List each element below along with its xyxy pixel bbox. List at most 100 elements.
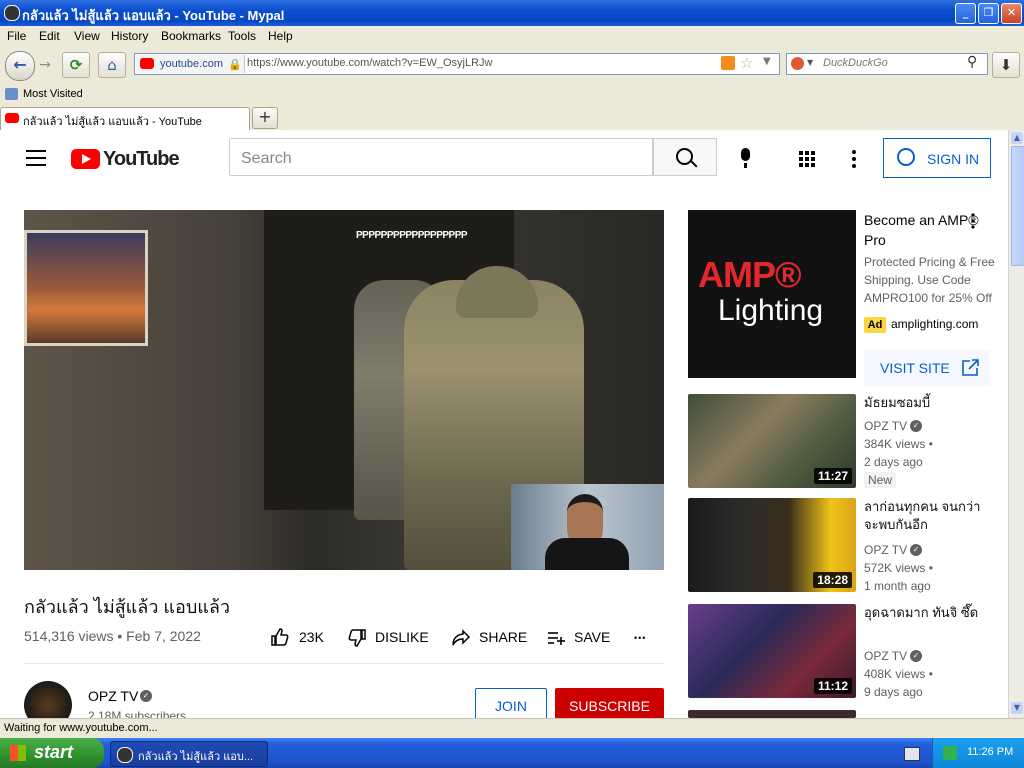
ad-menu-button[interactable] [968,212,978,230]
voice-search-button[interactable] [734,146,758,170]
sign-in-button[interactable]: SIGN IN [883,138,991,178]
browser-tab-active[interactable]: กลัวแล้ว ไม่สู้แล้ว แอบแล้ว - YouTube [0,107,250,130]
video-duration: 11:27 [813,468,852,484]
system-tray: 11:26 PM [932,738,1024,768]
rss-feed-icon[interactable] [721,56,735,70]
ad-thumbnail[interactable]: AMP® Lighting [688,210,856,378]
microphone-stand-icon [744,163,747,168]
search-engine-box[interactable]: ▼ DuckDuckGo ⚲ [786,53,988,75]
like-button[interactable]: 23K [270,626,332,650]
scrollbar-thumb[interactable] [1011,146,1024,266]
most-visited-link[interactable]: Most Visited [23,88,83,100]
recommendation-thumbnail[interactable]: 11:12 [688,604,856,698]
microphone-icon [741,148,750,161]
url-text[interactable]: https://www.youtube.com/watch?v=EW_OsyjL… [247,57,492,69]
forward-arrow-icon: → [39,57,51,73]
visit-site-button[interactable]: VISIT SITE [864,350,990,386]
site-identity-box[interactable]: youtube.com 🔒 [136,55,245,73]
recommendation-title[interactable]: มัธยมซอมบี้ [864,394,992,412]
scroll-up-arrow-icon[interactable]: ▲ [1011,132,1023,144]
recommendation-channel[interactable]: OPZ TV [864,541,907,559]
menu-icon-middle-line [26,157,46,159]
recommendation-channel[interactable]: OPZ TV [864,417,907,435]
back-button[interactable]: ← [5,51,35,81]
recommendation-title[interactable]: ลาก่อนทุกคน จนกว่าจะพบกันอีก [864,498,992,534]
youtube-logo[interactable]: YouTube [71,148,180,170]
visit-site-label: VISIT SITE [880,360,950,376]
home-button[interactable]: ⌂ [98,52,126,78]
more-actions-button[interactable]: ••• [634,626,654,650]
forward-button[interactable]: → [34,55,56,75]
search-icon[interactable]: ⚲ [967,54,977,70]
channel-name[interactable]: OPZ TV [88,688,138,704]
apps-grid-icon [799,151,815,167]
bookmark-star-icon[interactable]: ☆ [740,54,753,72]
search-engine-input[interactable]: DuckDuckGo [823,57,888,69]
maximize-button[interactable]: ❐ [978,3,999,24]
verified-badge-icon: ✓ [910,544,922,556]
window-title-bar[interactable]: กลัวแล้ว ไม่สู้แล้ว แอบแล้ว - YouTube - … [0,0,1024,26]
recommendation-thumbnail-partial[interactable] [688,710,856,718]
new-tab-button[interactable]: + [252,107,278,129]
join-button[interactable]: JOIN [475,688,547,718]
video-duration: 11:12 [813,678,852,694]
window-title: กลัวแล้ว ไม่สู้แล้ว แอบแล้ว - YouTube - … [22,8,285,23]
reload-button[interactable]: ⟳ [62,52,90,78]
start-button[interactable]: start [0,738,104,768]
more-horizontal-icon: ••• [634,633,647,643]
dislike-button[interactable]: DISLIKE [347,626,433,650]
settings-more-button[interactable] [846,148,862,170]
external-link-icon [962,359,979,376]
yt-search-input[interactable]: Search [229,138,653,176]
subscribe-label: SUBSCRIBE [569,698,650,714]
taskbar-window-item[interactable]: กลัวแล้ว ไม่สู้แล้ว แอบ... [110,741,268,767]
most-visited-folder-icon [5,88,18,100]
menu-view[interactable]: View [74,29,100,43]
share-label: SHARE [479,629,528,645]
recommendation-thumbnail[interactable]: 11:27 [688,394,856,488]
menu-bookmarks[interactable]: Bookmarks [161,29,221,43]
ad-brand-amp: AMP® [698,254,802,295]
channel-avatar[interactable] [24,681,72,718]
back-arrow-icon: ← [13,55,27,74]
video-player[interactable]: PPPPPPPPPPPPPPPPPP [24,210,664,570]
recommendation-title[interactable]: อุดฉาดมาก ทันจิ ซึ๊ด [864,604,992,622]
url-dropdown-icon[interactable]: ▼ [763,56,771,67]
thumbs-up-icon [271,628,289,646]
yt-search-button[interactable] [653,138,717,176]
minimize-button[interactable]: _ [955,3,976,24]
subscribe-button[interactable]: SUBSCRIBE [555,688,664,718]
recommendation-channel[interactable]: OPZ TV [864,647,907,665]
engine-dropdown-icon[interactable]: ▼ [807,58,813,67]
duckduckgo-icon[interactable] [791,57,804,70]
menu-edit[interactable]: Edit [39,29,60,43]
menu-history[interactable]: History [111,29,148,43]
recommendation-views: 572K views • [864,561,933,575]
download-button[interactable]: ⬇ [992,52,1020,78]
mypal-app-icon [4,5,20,21]
scroll-down-arrow-icon[interactable]: ▼ [1011,702,1023,714]
clock[interactable]: 11:26 PM [967,746,1013,758]
tab-title: กลัวแล้ว ไม่สู้แล้ว แอบแล้ว - YouTube [23,116,202,128]
share-button[interactable]: SHARE [451,626,529,650]
menu-tools[interactable]: Tools [228,29,256,43]
video-title: กลัวแล้ว ไม่สู้แล้ว แอบแล้ว [24,597,230,617]
network-tray-icon[interactable] [943,746,957,760]
apps-grid-button[interactable] [798,150,816,168]
ad-title[interactable]: Become an AMP® Pro [864,210,980,250]
video-overlay-text: PPPPPPPPPPPPPPPPPP [356,230,468,241]
recommendation-thumbnail[interactable]: 18:28 [688,498,856,592]
keyboard-tray-icon[interactable] [904,747,920,761]
mypal-taskbar-icon [117,747,133,763]
menu-help[interactable]: Help [268,29,293,43]
hamburger-menu-button[interactable] [26,150,46,166]
url-bar[interactable]: youtube.com 🔒 https://www.youtube.com/wa… [134,53,780,75]
status-bar: Waiting for www.youtube.com... [0,718,1024,739]
close-button[interactable]: ✕ [1001,3,1022,24]
bookmarks-toolbar: Most Visited [0,84,1024,107]
save-button[interactable]: SAVE [546,626,612,650]
menu-file[interactable]: File [7,29,26,43]
reload-icon: ⟳ [69,56,83,74]
like-count: 23K [299,629,324,645]
page-scrollbar[interactable]: ▲ ▼ [1008,130,1024,718]
